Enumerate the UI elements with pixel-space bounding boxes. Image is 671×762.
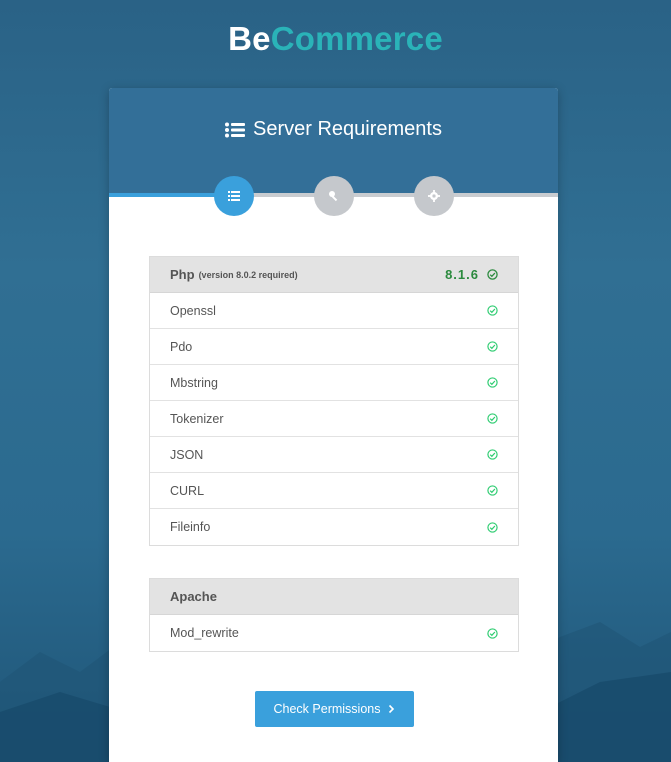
list-item: Mbstring bbox=[150, 365, 518, 401]
check-circle-icon bbox=[487, 341, 498, 352]
card-title: Server Requirements bbox=[109, 118, 558, 141]
list-icon bbox=[228, 191, 240, 201]
installer-card: Server Requirements Php (version 8.0.2 r… bbox=[109, 88, 558, 762]
extension-name: Tokenizer bbox=[170, 411, 224, 426]
apache-header: Apache bbox=[150, 579, 518, 615]
apache-requirements-table: Apache Mod_rewrite bbox=[149, 578, 519, 652]
check-circle-icon bbox=[487, 627, 498, 639]
extension-name: CURL bbox=[170, 483, 205, 498]
extension-name: JSON bbox=[170, 447, 204, 462]
step-settings[interactable] bbox=[414, 176, 454, 216]
list-icon bbox=[225, 122, 246, 137]
php-label: Php bbox=[170, 267, 195, 282]
extension-name: Pdo bbox=[170, 339, 193, 354]
php-required-version: (version 8.0.2 required) bbox=[198, 269, 298, 280]
php-header: Php (version 8.0.2 required) 8.1.6 bbox=[150, 257, 518, 293]
apache-label: Apache bbox=[170, 589, 217, 604]
step-permissions[interactable] bbox=[314, 176, 354, 216]
list-item: CURL bbox=[150, 473, 518, 509]
chevron-right-icon bbox=[389, 704, 395, 714]
php-requirements-table: Php (version 8.0.2 required) 8.1.6 Opens… bbox=[149, 256, 519, 546]
check-circle-icon bbox=[487, 413, 498, 424]
extension-name: Mbstring bbox=[170, 375, 218, 390]
brand-part-1: Be bbox=[228, 20, 271, 57]
list-item: Mod_rewrite bbox=[150, 615, 518, 651]
brand-part-2: Commerce bbox=[270, 20, 443, 57]
list-item: Openssl bbox=[150, 293, 518, 329]
key-icon bbox=[329, 191, 338, 202]
step-requirements[interactable] bbox=[214, 176, 254, 216]
list-item: Fileinfo bbox=[150, 509, 518, 545]
php-installed-version: 8.1.6 bbox=[445, 267, 479, 282]
check-circle-icon bbox=[487, 521, 498, 533]
check-circle-icon bbox=[487, 377, 498, 388]
check-circle-icon bbox=[487, 269, 498, 280]
gear-icon bbox=[428, 190, 440, 202]
card-title-text: Server Requirements bbox=[253, 118, 442, 140]
list-item: JSON bbox=[150, 437, 518, 473]
brand-logo: BeCommerce bbox=[0, 20, 671, 58]
check-permissions-label: Check Permissions bbox=[273, 702, 381, 716]
list-item: Pdo bbox=[150, 329, 518, 365]
check-circle-icon bbox=[487, 449, 498, 460]
list-item: Tokenizer bbox=[150, 401, 518, 437]
module-name: Mod_rewrite bbox=[170, 626, 239, 640]
extension-name: Fileinfo bbox=[170, 520, 211, 534]
extension-name: Openssl bbox=[170, 303, 216, 318]
check-circle-icon bbox=[487, 485, 498, 496]
check-circle-icon bbox=[487, 305, 498, 316]
check-permissions-button[interactable]: Check Permissions bbox=[255, 691, 414, 727]
